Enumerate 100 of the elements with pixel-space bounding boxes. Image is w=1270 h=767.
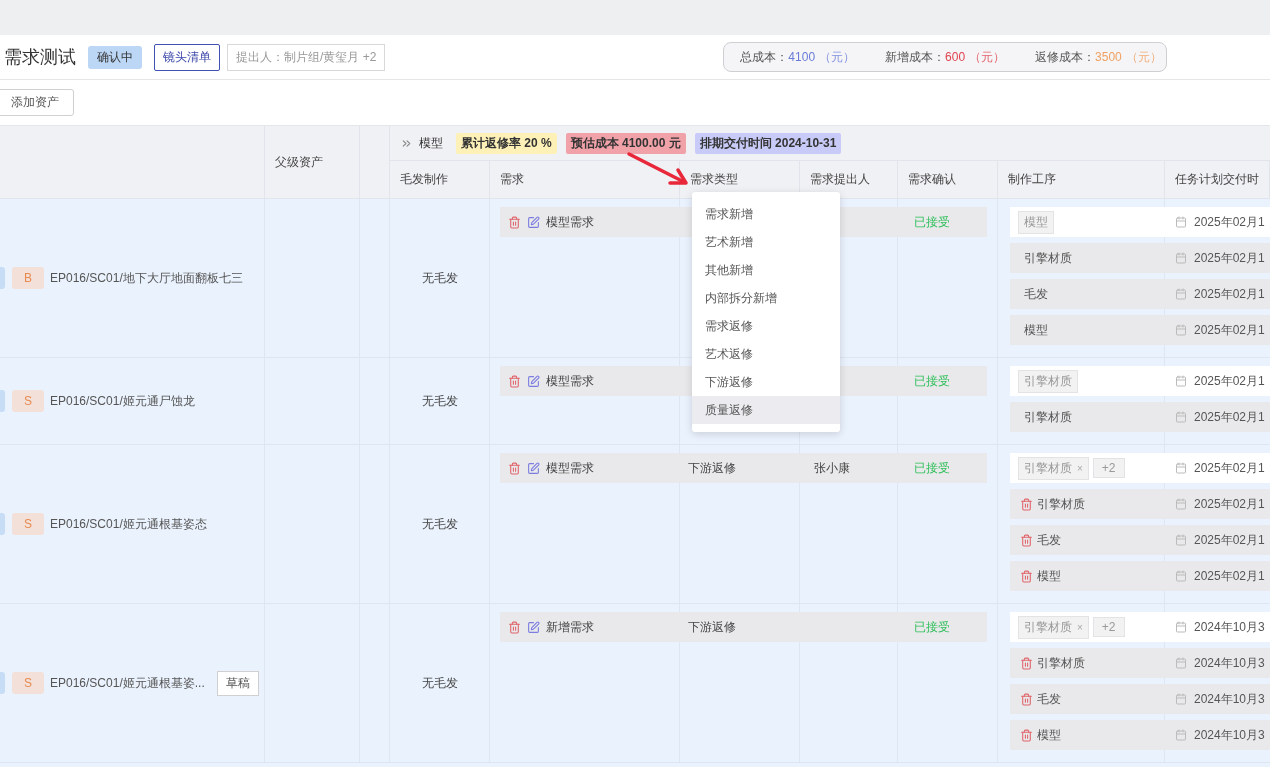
calendar-icon: [1175, 375, 1187, 387]
process-name: 模型: [1037, 567, 1061, 585]
dropdown-option[interactable]: 艺术返修: [692, 340, 840, 368]
delete-icon[interactable]: [508, 374, 521, 388]
page-title: 需求测试: [4, 46, 76, 69]
column-header: 制作工序: [1008, 171, 1056, 188]
date-text: 2025年02月1: [1194, 459, 1265, 477]
shot-list-button[interactable]: 镜头清单: [154, 43, 220, 71]
date-text: 2025年02月1: [1194, 408, 1265, 426]
date-text: 2025年02月1: [1194, 213, 1265, 231]
add-asset-button[interactable]: 添加资产: [0, 89, 74, 116]
date-text: 2025年02月1: [1194, 567, 1265, 585]
dropdown-option[interactable]: 内部拆分新增: [692, 284, 840, 312]
edit-icon[interactable]: [527, 620, 540, 634]
process-tag: 引擎材质 ×: [1018, 615, 1089, 639]
summary-tag: 排期交付时间 2024-10-31: [694, 132, 842, 154]
process-name: 引擎材质: [1024, 249, 1072, 267]
date-text: 2024年10月3: [1194, 690, 1265, 708]
dropdown-option[interactable]: 艺术新增: [692, 228, 840, 256]
delete-icon[interactable]: [1020, 533, 1033, 547]
column-header: 需求: [500, 171, 524, 188]
process-name: 引擎材质: [1037, 654, 1085, 672]
calendar-icon: [1175, 621, 1187, 633]
dropdown-option[interactable]: 下游返修: [692, 368, 840, 396]
delete-icon[interactable]: [508, 461, 521, 475]
calendar-icon: [1175, 216, 1187, 228]
delete-icon[interactable]: [508, 620, 521, 634]
hair-text: 无毛发: [422, 515, 458, 533]
calendar-icon: [1175, 324, 1187, 336]
delete-icon[interactable]: [1020, 656, 1033, 670]
more-tag: +2: [1092, 458, 1125, 478]
column-header: 需求类型: [690, 171, 738, 188]
asset-name: EP016/SC01/地下大厅地面翻板七三: [50, 269, 243, 287]
hair-text: 无毛发: [422, 392, 458, 410]
type-tag: [0, 672, 5, 694]
delete-icon[interactable]: [1020, 728, 1033, 742]
process-tag: 模型: [1018, 210, 1054, 234]
demand-type: 下游返修: [688, 460, 736, 475]
date-text: 2024年10月3: [1194, 654, 1265, 672]
dropdown-option[interactable]: 质量返修: [692, 396, 840, 424]
delete-icon[interactable]: [1020, 692, 1033, 706]
process-name: 引擎材质: [1024, 408, 1072, 426]
process-select[interactable]: 引擎材质 2025年02月1: [1010, 366, 1270, 396]
summary-tag: 预估成本 4100.00 元: [565, 132, 686, 154]
process-select[interactable]: 引擎材质 × +2 2025年02月1: [1010, 453, 1270, 483]
date-text: 2025年02月1: [1194, 321, 1265, 339]
confirm-status: 已接受: [914, 619, 950, 634]
calendar-icon: [1175, 498, 1187, 510]
confirm-status: 已接受: [914, 373, 950, 388]
calendar-icon: [1175, 570, 1187, 582]
date-text: 2025年02月1: [1194, 531, 1265, 549]
more-tag: +2: [1092, 617, 1125, 637]
summary-tag: 累计返修率 20 %: [456, 132, 557, 154]
calendar-icon: [1175, 252, 1187, 264]
calendar-icon: [1175, 693, 1187, 705]
process-name: 毛发: [1024, 285, 1048, 303]
delete-icon[interactable]: [1020, 497, 1033, 511]
edit-icon[interactable]: [527, 374, 540, 388]
type-tag: [0, 513, 5, 535]
process-name: 模型: [1037, 726, 1061, 744]
date-text: 2024年10月3: [1194, 726, 1265, 744]
status-tag: 确认中: [88, 45, 142, 69]
dropdown-option[interactable]: 需求返修: [692, 312, 840, 340]
process-name: 毛发: [1037, 690, 1061, 708]
process-select[interactable]: 引擎材质 × +2 2024年10月3: [1010, 612, 1270, 642]
demand-type: 下游返修: [688, 619, 736, 634]
grade-tag: S: [12, 672, 44, 694]
process-name: 模型: [1024, 321, 1048, 339]
asset-name: EP016/SC01/姬元通尸蚀龙: [50, 392, 195, 410]
calendar-icon: [1175, 411, 1187, 423]
process-select[interactable]: 模型 2025年02月1: [1010, 207, 1270, 237]
group-name: 模型: [419, 134, 443, 152]
proposer-name: 张小康: [813, 460, 850, 475]
type-tag: [0, 390, 5, 412]
calendar-icon: [1175, 729, 1187, 741]
date-text: 2025年02月1: [1194, 249, 1265, 267]
confirm-status: 已接受: [914, 214, 950, 229]
dropdown-option[interactable]: 其他新增: [692, 256, 840, 284]
hair-text: 无毛发: [422, 674, 458, 692]
calendar-icon: [1175, 462, 1187, 474]
date-text: 2024年10月3: [1194, 618, 1265, 636]
draft-button[interactable]: 草稿: [216, 670, 259, 696]
column-header: 需求确认: [908, 171, 956, 188]
column-header: 父级资产: [275, 153, 323, 171]
grade-tag: B: [12, 267, 44, 289]
demand-name: 模型需求: [546, 213, 594, 231]
delete-icon[interactable]: [508, 215, 521, 229]
cost-text: 返修成本：3500 （元）: [1035, 48, 1162, 66]
edit-icon[interactable]: [527, 215, 540, 229]
edit-icon[interactable]: [527, 461, 540, 475]
column-header: 任务计划交付时: [1175, 171, 1259, 188]
delete-icon[interactable]: [1020, 569, 1033, 583]
date-text: 2025年02月1: [1194, 372, 1265, 390]
cost-text: 新增成本：600 （元）: [885, 48, 1006, 66]
asset-name: EP016/SC01/姬元通根基姿...: [50, 674, 205, 692]
dropdown-option[interactable]: 需求新增: [692, 200, 840, 228]
calendar-icon: [1175, 534, 1187, 546]
demand-name: 模型需求: [546, 459, 594, 477]
hair-text: 无毛发: [422, 269, 458, 287]
column-header: 需求提出人: [810, 171, 870, 188]
